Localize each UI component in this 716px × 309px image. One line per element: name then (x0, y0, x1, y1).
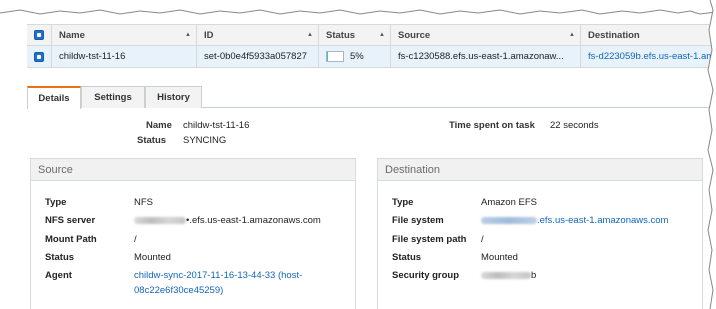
source-server-label: NFS server (45, 215, 96, 226)
row-status: 5% (319, 46, 391, 67)
dest-type-value: Amazon EFS (481, 197, 537, 208)
torn-edge-right (707, 0, 716, 309)
progress-text: 5% (350, 51, 364, 62)
column-header-source[interactable]: Source ▲ (391, 25, 581, 45)
source-status-value: Mounted (134, 252, 171, 263)
row-checkbox[interactable] (27, 46, 52, 67)
dest-sg-label: Security group (392, 270, 460, 281)
table-header-row: Name ▲ ID ▲ Status ▲ Source ▲ Destinatio… (27, 24, 716, 46)
column-header-label: Status (326, 29, 356, 41)
sort-up-icon: ▲ (569, 32, 575, 38)
column-header-id[interactable]: ID ▲ (197, 25, 319, 45)
sort-up-icon: ▲ (307, 32, 313, 38)
source-mount-label: Mount Path (45, 234, 97, 245)
source-server-value: •.efs.us-east-1.amazonaws.com (134, 215, 321, 226)
column-header-label: Name (59, 29, 85, 41)
column-header-label: ID (204, 29, 214, 41)
tab-details[interactable]: Details (27, 86, 81, 109)
dest-sg-suffix: b (531, 270, 537, 281)
redacted-security-group (481, 271, 531, 279)
summary-name-value: childw-tst-11-16 (183, 120, 250, 131)
row-source: fs-c1230588.efs.us-east-1.amazonaw... (391, 46, 581, 67)
source-agent-label: Agent (45, 270, 72, 281)
source-server-suffix: •.efs.us-east-1.amazonaws.com (186, 215, 321, 226)
select-all-checkbox[interactable] (27, 25, 52, 45)
summary-time-value: 22 seconds (550, 120, 599, 131)
dest-type-label: Type (392, 197, 414, 208)
source-type-value: NFS (134, 197, 153, 208)
sort-up-icon: ▲ (185, 32, 191, 38)
row-name: childw-tst-11-16 (52, 46, 197, 67)
source-type-label: Type (45, 197, 67, 208)
dest-fs-suffix: .efs.us-east-1.amazonaws.com (537, 215, 669, 226)
sort-up-icon: ▲ (379, 32, 385, 38)
source-panel: Source Type NFS NFS server •.efs.us-east… (30, 158, 356, 309)
column-header-label: Source (398, 29, 431, 41)
dest-status-value: Mounted (481, 252, 518, 263)
summary-status-value: SYNCING (183, 135, 227, 146)
dest-sg-value: b (481, 270, 536, 281)
row-destination-link[interactable]: fs-d223059b.efs.us-east-1.amazon (581, 46, 716, 67)
detail-tabs: Details Settings History (27, 86, 716, 109)
destination-panel: Destination Type Amazon EFS File system … (377, 158, 703, 309)
agent-link-line-2: 08c22e6f30ce45259) (134, 285, 224, 296)
destination-panel-title: Destination (378, 159, 702, 181)
summary-status-label: Status (137, 135, 167, 146)
dest-fs-label: File system (392, 215, 444, 226)
summary-name-label: Name (146, 120, 172, 131)
redacted-filesystem-id (481, 216, 537, 224)
dest-path-value: / (481, 234, 484, 245)
progress-bar (326, 51, 344, 62)
agent-link-line-1: childw-sync-2017-11-16-13-44-33 (host- (134, 270, 303, 281)
dest-status-label: Status (392, 252, 422, 263)
source-mount-value: / (134, 234, 137, 245)
torn-edge-top (0, 0, 716, 15)
column-header-destination[interactable]: Destination (581, 25, 716, 45)
progress-fill (327, 52, 328, 61)
checkbox-icon (34, 30, 44, 40)
source-status-label: Status (45, 252, 75, 263)
tab-settings[interactable]: Settings (81, 86, 145, 108)
table-row[interactable]: childw-tst-11-16 set-0b0e4f5933a057827 5… (27, 46, 716, 68)
dest-fs-link[interactable]: .efs.us-east-1.amazonaws.com (481, 215, 668, 226)
redacted-hostname (134, 216, 186, 224)
tab-history[interactable]: History (145, 86, 202, 108)
source-panel-title: Source (31, 159, 355, 181)
checkbox-icon (34, 51, 44, 62)
summary-time-label: Time spent on task (449, 120, 535, 131)
sync-task-table: Name ▲ ID ▲ Status ▲ Source ▲ Destinatio… (27, 24, 716, 68)
dest-path-label: File system path (392, 234, 467, 245)
column-header-label: Destination (588, 29, 640, 41)
column-header-name[interactable]: Name ▲ (52, 25, 197, 45)
source-agent-link[interactable]: childw-sync-2017-11-16-13-44-33 (host- 0… (134, 270, 302, 296)
row-id: set-0b0e4f5933a057827 (197, 46, 319, 67)
column-header-status[interactable]: Status ▲ (319, 25, 391, 45)
